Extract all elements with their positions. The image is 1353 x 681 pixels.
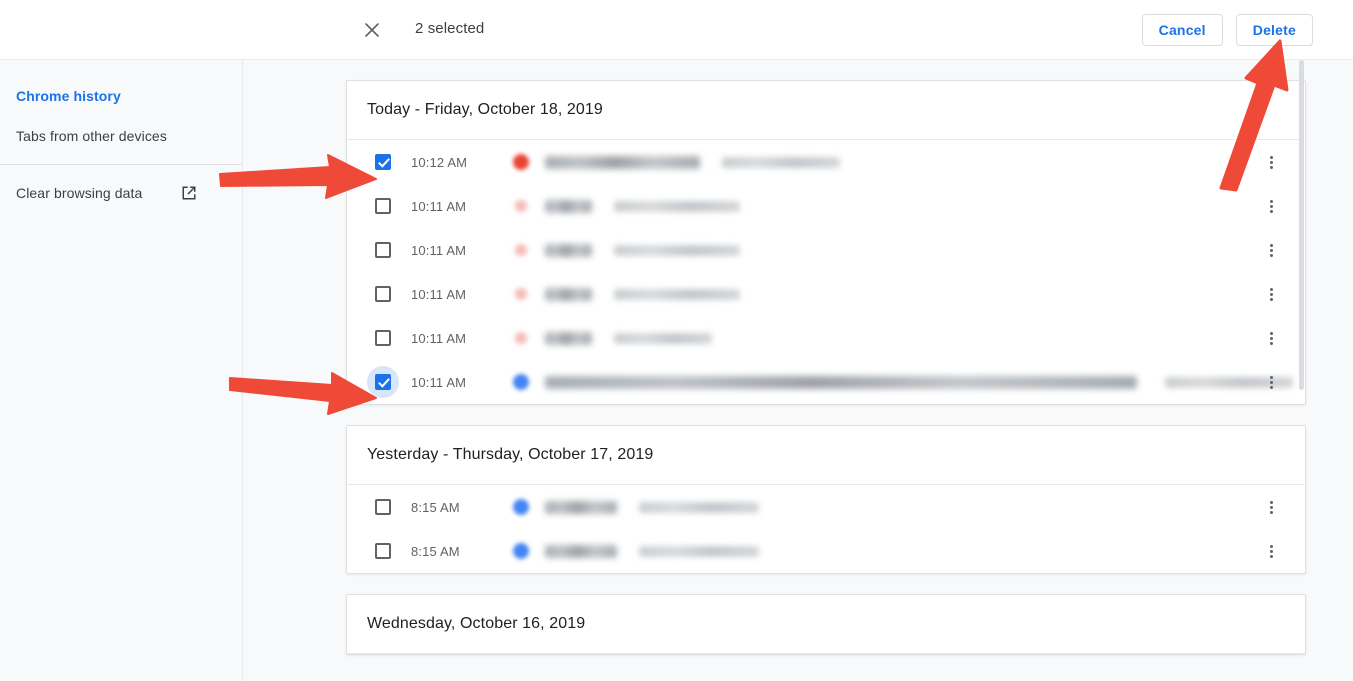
row-time: 10:12 AM — [411, 154, 468, 170]
checkbox-unchecked-icon — [375, 286, 391, 302]
row-checkbox[interactable] — [367, 146, 399, 178]
history-group-header: Today - Friday, October 18, 2019 — [347, 81, 1305, 140]
row-url-redacted — [639, 501, 759, 513]
row-more-actions-icon[interactable] — [1259, 495, 1283, 519]
sidebar-item-clear-browsing-data[interactable]: Clear browsing data — [0, 173, 242, 213]
checkbox-checked-icon — [375, 154, 391, 170]
favicon — [513, 154, 529, 170]
table-row[interactable]: 10:11 AM — [347, 272, 1305, 316]
row-more-actions-icon[interactable] — [1259, 282, 1283, 306]
row-title-redacted — [545, 287, 592, 301]
row-checkbox[interactable] — [367, 535, 399, 567]
favicon — [513, 198, 529, 214]
history-card-list: Today - Friday, October 18, 2019 10:12 A… — [346, 80, 1306, 675]
checkbox-checked-icon — [375, 374, 391, 390]
row-more-actions-icon[interactable] — [1259, 238, 1283, 262]
row-time: 10:11 AM — [411, 286, 467, 302]
row-time: 8:15 AM — [411, 543, 460, 559]
scrollbar-thumb[interactable] — [1299, 60, 1304, 390]
row-checkbox[interactable] — [367, 278, 399, 310]
table-row[interactable]: 10:11 AM — [347, 360, 1305, 404]
history-group-card: Yesterday - Thursday, October 17, 2019 8… — [346, 425, 1306, 574]
row-title-redacted — [545, 155, 700, 169]
favicon — [513, 286, 529, 302]
history-group-header: Wednesday, October 16, 2019 — [347, 595, 1305, 654]
table-row[interactable]: 10:11 AM — [347, 228, 1305, 272]
row-more-actions-icon[interactable] — [1259, 194, 1283, 218]
checkbox-unchecked-icon — [375, 242, 391, 258]
sidebar-item-chrome-history[interactable]: Chrome history — [0, 76, 242, 116]
row-title-redacted — [545, 243, 592, 257]
favicon — [513, 242, 529, 258]
row-checkbox[interactable] — [367, 190, 399, 222]
row-checkbox[interactable] — [367, 234, 399, 266]
row-time: 10:11 AM — [411, 330, 467, 346]
row-time: 10:11 AM — [411, 198, 467, 214]
table-row[interactable]: 8:15 AM — [347, 529, 1305, 573]
content-scrollbar[interactable] — [1299, 60, 1304, 681]
history-group-card: Today - Friday, October 18, 2019 10:12 A… — [346, 80, 1306, 405]
row-url-redacted — [614, 288, 740, 300]
row-url-redacted — [614, 200, 740, 212]
row-more-actions-icon[interactable] — [1259, 150, 1283, 174]
page-body: Chrome history Tabs from other devices C… — [0, 60, 1353, 681]
close-icon[interactable] — [358, 16, 386, 44]
row-title-redacted — [545, 544, 617, 558]
sidebar-item-label: Tabs from other devices — [16, 128, 167, 144]
row-checkbox[interactable] — [367, 491, 399, 523]
table-row[interactable]: 8:15 AM — [347, 485, 1305, 529]
row-url-redacted — [614, 244, 740, 256]
row-time: 10:11 AM — [411, 242, 467, 258]
checkbox-unchecked-icon — [375, 330, 391, 346]
selection-toolbar: 2 selected Cancel Delete — [0, 0, 1353, 60]
table-row[interactable]: 10:11 AM — [347, 184, 1305, 228]
row-more-actions-icon[interactable] — [1259, 326, 1283, 350]
sidebar-divider — [0, 164, 242, 165]
row-time: 8:15 AM — [411, 499, 460, 515]
row-checkbox[interactable] — [367, 366, 399, 398]
sidebar: Chrome history Tabs from other devices C… — [0, 60, 243, 681]
open-in-new-icon — [180, 184, 198, 202]
favicon — [513, 330, 529, 346]
row-url-redacted — [639, 545, 759, 557]
favicon — [513, 374, 529, 390]
checkbox-unchecked-icon — [375, 543, 391, 559]
history-group-card: Wednesday, October 16, 2019 — [346, 594, 1306, 655]
row-url-redacted — [722, 156, 840, 168]
delete-button[interactable]: Delete — [1235, 14, 1313, 46]
row-more-actions-icon[interactable] — [1259, 539, 1283, 563]
chrome-history-page: 2 selected Cancel Delete Chrome history … — [0, 0, 1353, 681]
history-group-header: Yesterday - Thursday, October 17, 2019 — [347, 426, 1305, 485]
toolbar-actions: Cancel Delete — [1141, 14, 1313, 46]
table-row[interactable]: 10:11 AM — [347, 316, 1305, 360]
favicon — [513, 543, 529, 559]
row-title-redacted — [545, 199, 592, 213]
row-title-redacted — [545, 375, 1137, 389]
sidebar-item-label: Clear browsing data — [16, 185, 143, 201]
selection-count-label: 2 selected — [415, 20, 485, 37]
history-content: Today - Friday, October 18, 2019 10:12 A… — [243, 60, 1353, 681]
row-title-redacted — [545, 500, 617, 514]
favicon — [513, 499, 529, 515]
row-url-redacted — [614, 332, 712, 344]
table-row[interactable]: 10:12 AM — [347, 140, 1305, 184]
checkbox-unchecked-icon — [375, 499, 391, 515]
row-title-redacted — [545, 331, 592, 345]
sidebar-item-tabs-from-other-devices[interactable]: Tabs from other devices — [0, 116, 242, 156]
sidebar-item-label: Chrome history — [16, 88, 121, 104]
checkbox-unchecked-icon — [375, 198, 391, 214]
row-time: 10:11 AM — [411, 374, 467, 390]
cancel-button[interactable]: Cancel — [1141, 14, 1223, 46]
row-checkbox[interactable] — [367, 322, 399, 354]
row-more-actions-icon[interactable] — [1259, 370, 1283, 394]
